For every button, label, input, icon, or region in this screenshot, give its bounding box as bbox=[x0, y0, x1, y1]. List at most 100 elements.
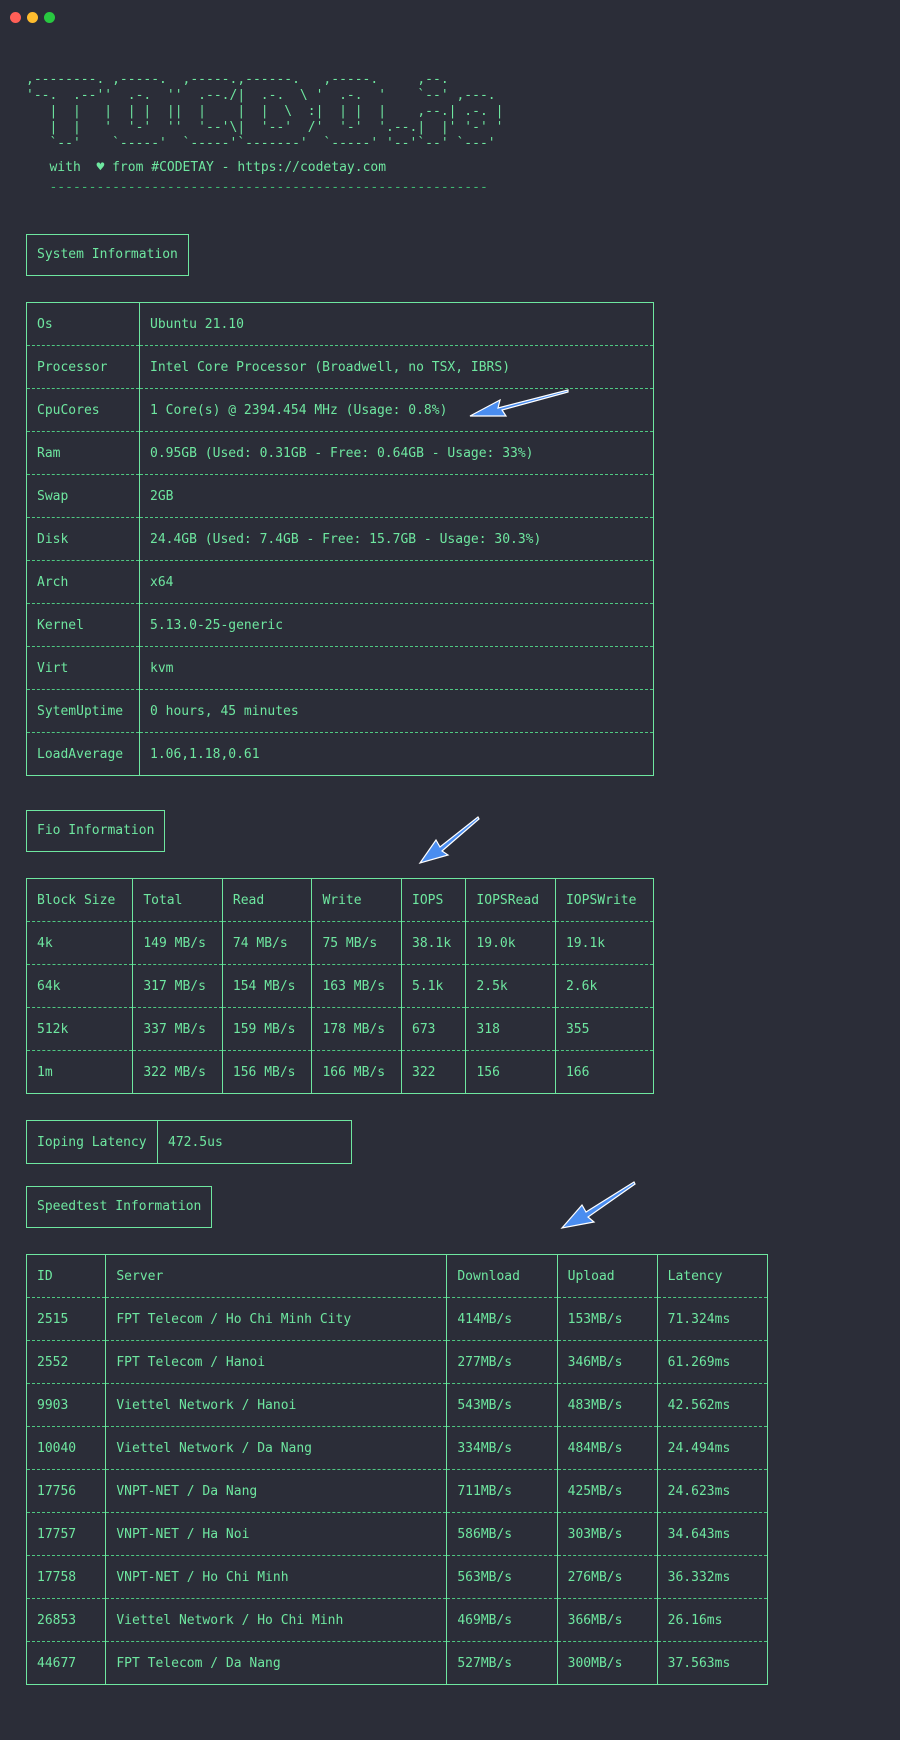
fio-header-row: Block Size Total Read Write IOPS IOPSRead IOPS… bbox=[26, 878, 654, 922]
banner: ,--------. ,-----. ,-----.,------. ,----… bbox=[26, 72, 503, 196]
fio-cell: 322 bbox=[401, 1050, 466, 1094]
system-info-row: SytemUptime 0 hours, 45 minutes bbox=[26, 689, 654, 733]
speedtest-cell: 586MB/s bbox=[446, 1512, 558, 1556]
system-info-key: Ram bbox=[26, 431, 140, 475]
fio-cell: 75 MB/s bbox=[311, 921, 402, 965]
speedtest-row: 17756 VNPT-NET / Da Nang 711MB/s 425MB/s 24.… bbox=[26, 1469, 768, 1513]
fio-header-cell: Write bbox=[311, 878, 402, 922]
speedtest-cell: Viettel Network / Hanoi bbox=[105, 1383, 447, 1427]
speedtest-cell: 24.494ms bbox=[656, 1426, 768, 1470]
fio-header-cell: IOPSRead bbox=[465, 878, 556, 922]
fio-cell: 178 MB/s bbox=[311, 1007, 402, 1051]
speedtest-cell: 17757 bbox=[26, 1512, 106, 1556]
ioping-value: 472.5us bbox=[157, 1120, 352, 1164]
fio-cell: 64k bbox=[26, 964, 133, 1008]
system-info-row: Os Ubuntu 21.10 bbox=[26, 302, 654, 346]
speedtest-cell: VNPT-NET / Ho Chi Minh bbox=[105, 1555, 447, 1599]
system-info-row: Processor Intel Core Processor (Broadwell… bbox=[26, 345, 654, 389]
separator-line: ----------------------------------------… bbox=[49, 180, 488, 195]
speedtest-cell: 61.269ms bbox=[656, 1340, 768, 1384]
credit-line: with ♥ from #CODETAY - https://codetay.c… bbox=[26, 160, 503, 176]
speedtest-cell: 37.563ms bbox=[656, 1641, 768, 1685]
system-info-value: Ubuntu 21.10 bbox=[139, 302, 654, 346]
system-info-row: Virt kvm bbox=[26, 646, 654, 690]
speedtest-cell: FPT Telecom / Hanoi bbox=[105, 1340, 447, 1384]
speedtest-row: 9903 Viettel Network / Hanoi 543MB/s 483MB/… bbox=[26, 1383, 768, 1427]
fio-header-cell: Block Size bbox=[26, 878, 133, 922]
system-info-key: Processor bbox=[26, 345, 140, 389]
speedtest-cell: 2552 bbox=[26, 1340, 106, 1384]
ioping-table: Ioping Latency 472.5us bbox=[26, 1120, 352, 1164]
speedtest-cell: 277MB/s bbox=[446, 1340, 558, 1384]
fio-cell: 4k bbox=[26, 921, 133, 965]
ascii-line: ,--------. ,-----. ,-----.,------. ,----… bbox=[26, 72, 449, 87]
speedtest-cell: 425MB/s bbox=[556, 1469, 658, 1513]
fio-cell: 74 MB/s bbox=[221, 921, 312, 965]
fio-cell: 149 MB/s bbox=[132, 921, 223, 965]
system-info-value: x64 bbox=[139, 560, 654, 604]
speedtest-cell: FPT Telecom / Ho Chi Minh City bbox=[105, 1297, 447, 1341]
fio-info-table: Block Size Total Read Write IOPS IOPSRead IOPS… bbox=[26, 878, 654, 1094]
credit-with: with bbox=[49, 160, 81, 175]
system-info-value: 0 hours, 45 minutes bbox=[139, 689, 654, 733]
speedtest-table: ID Server Download Upload Latency 2515 FPT Tel… bbox=[26, 1254, 768, 1685]
speedtest-cell: 44677 bbox=[37, 1655, 77, 1671]
speedtest-cell: 2515 bbox=[26, 1297, 106, 1341]
speedtest-header-cell: Latency bbox=[656, 1254, 768, 1298]
fio-cell: 355 bbox=[554, 1007, 654, 1051]
close-button[interactable] bbox=[10, 12, 21, 23]
speedtest-cell: Viettel Network / Ho Chi Minh bbox=[105, 1598, 447, 1642]
system-info-row: Arch x64 bbox=[26, 560, 654, 604]
speedtest-cell: 71.324ms bbox=[656, 1297, 768, 1341]
speedtest-row: 2515 FPT Telecom / Ho Chi Minh City 414MB/… bbox=[26, 1297, 768, 1341]
speedtest-header-cell: Upload bbox=[556, 1254, 658, 1298]
speedtest-cell: 484MB/s bbox=[556, 1426, 658, 1470]
speedtest-cell: 24.623ms bbox=[656, 1469, 768, 1513]
speedtest-cell: 334MB/s bbox=[446, 1426, 558, 1470]
fio-cell: 159 MB/s bbox=[221, 1007, 312, 1051]
maximize-button[interactable] bbox=[44, 12, 55, 23]
speedtest-row: 26853 Viettel Network / Ho Chi Minh 469MB/… bbox=[26, 1598, 768, 1642]
fio-row: 64k 317 MB/s 154 MB/s 163 MB/s 5.1k 2.5k 2.6k bbox=[26, 964, 654, 1008]
speedtest-info-title: Speedtest Information bbox=[26, 1186, 213, 1228]
speedtest-cell: 303MB/s bbox=[556, 1512, 658, 1556]
minimize-button[interactable] bbox=[27, 12, 38, 23]
speedtest-cell: 563MB/s bbox=[446, 1555, 558, 1599]
fio-cell: 2.5k bbox=[465, 964, 556, 1008]
fio-cell: 1m bbox=[37, 1064, 53, 1080]
arrow-annotation bbox=[560, 1181, 636, 1229]
speedtest-cell: 26.16ms bbox=[656, 1598, 768, 1642]
fio-cell: 317 MB/s bbox=[132, 964, 223, 1008]
arrow-annotation bbox=[469, 389, 569, 417]
system-info-value: Intel Core Processor (Broadwell, no TSX,… bbox=[139, 345, 654, 389]
fio-cell: 19.1k bbox=[554, 921, 654, 965]
system-info-title: System Information bbox=[26, 234, 189, 276]
fio-cell: 166 MB/s bbox=[311, 1050, 402, 1094]
speedtest-cell: 346MB/s bbox=[556, 1340, 658, 1384]
speedtest-cell: 36.332ms bbox=[656, 1555, 768, 1599]
system-info-value: 1.06,1.18,0.61 bbox=[139, 732, 654, 776]
arrow-annotation bbox=[418, 816, 480, 865]
fio-cell: 2.6k bbox=[554, 964, 654, 1008]
system-info-key: Swap bbox=[26, 474, 140, 518]
speedtest-cell: VNPT-NET / Da Nang bbox=[105, 1469, 447, 1513]
speedtest-cell: FPT Telecom / Da Nang bbox=[105, 1641, 447, 1685]
speedtest-header-cell: Download bbox=[446, 1254, 558, 1298]
speedtest-header-row: ID Server Download Upload Latency bbox=[26, 1254, 768, 1298]
speedtest-row: 10040 Viettel Network / Da Nang 334MB/s 484… bbox=[26, 1426, 768, 1470]
speedtest-cell: 711MB/s bbox=[446, 1469, 558, 1513]
fio-cell: 673 bbox=[401, 1007, 466, 1051]
speedtest-row: 17758 VNPT-NET / Ho Chi Minh 563MB/s 276MB/… bbox=[26, 1555, 768, 1599]
system-info-value: 2GB bbox=[139, 474, 654, 518]
system-info-value: kvm bbox=[139, 646, 654, 690]
fio-cell: 5.1k bbox=[401, 964, 466, 1008]
speedtest-cell: VNPT-NET / Ha Noi bbox=[105, 1512, 447, 1556]
speedtest-cell: 153MB/s bbox=[556, 1297, 658, 1341]
fio-header-cell: IOPSWrite bbox=[554, 878, 654, 922]
window-controls bbox=[10, 12, 55, 23]
system-info-key: Kernel bbox=[26, 603, 140, 647]
speedtest-cell: 42.562ms bbox=[656, 1383, 768, 1427]
system-info-value: 5.13.0-25-generic bbox=[139, 603, 654, 647]
speedtest-cell: 469MB/s bbox=[446, 1598, 558, 1642]
speedtest-cell: 276MB/s bbox=[556, 1555, 658, 1599]
